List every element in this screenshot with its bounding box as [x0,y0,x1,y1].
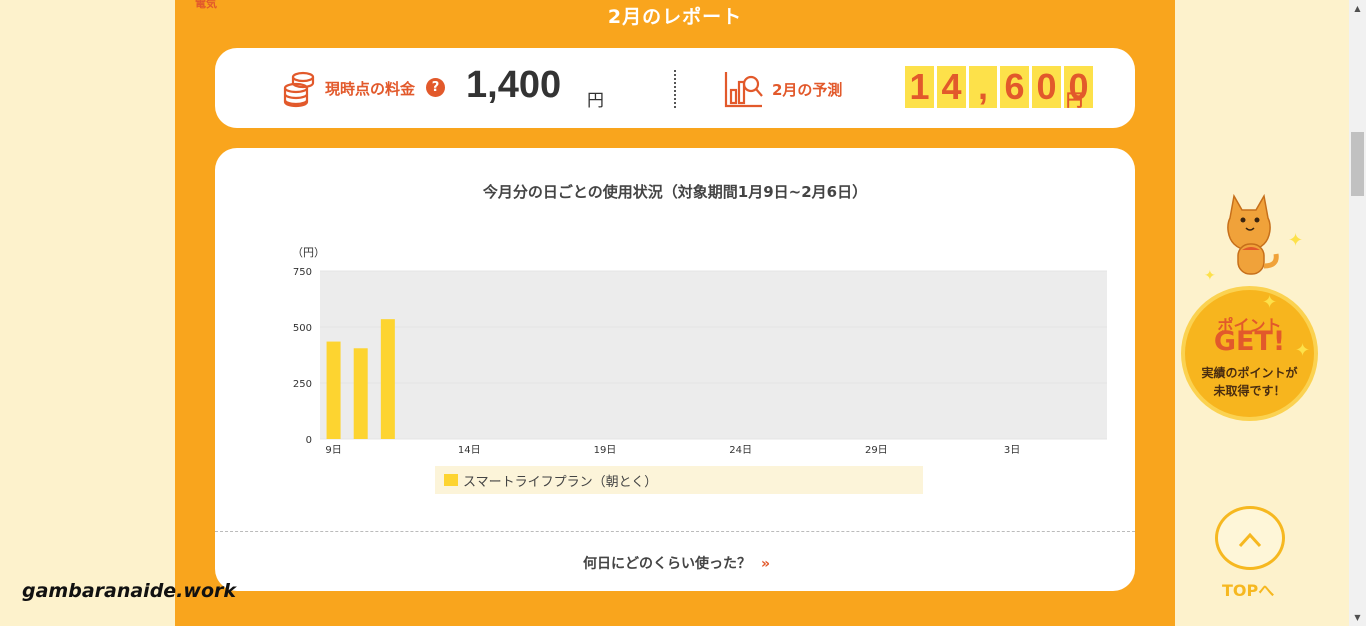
report-panel: 電気 2月のレポート 現時点の料金 ? 1,400 円 2月の予測 1 4 , … [175,0,1175,626]
y-tick-label: 500 [293,323,312,334]
back-to-top-label[interactable]: TOPへ [1222,577,1274,601]
scrollbar-thumb[interactable] [1351,132,1364,196]
point-badge-message: 実績のポイントが 未取得です！ [1185,364,1314,400]
chevron-up-icon [1238,532,1262,548]
summary-divider [674,70,676,108]
x-tick-label: 24日 [729,445,752,456]
usage-detail-label: 何日にどのくらい使った？ [582,556,751,572]
sparkle-icon: ✦ [1262,292,1278,313]
chart-legend[interactable]: スマートライフプラン（朝とく） [435,466,923,494]
coin-stack-icon [283,71,315,108]
forecast-digit: 1 [905,66,934,108]
forecast-digit: 4 [937,66,966,108]
forecast-label: 2月の予測 [772,81,843,99]
svg-text:✦: ✦ [1288,230,1303,251]
forecast-digit: 6 [1000,66,1029,108]
report-title: 2月のレポート [607,6,743,28]
forecast-yen-unit: 円 [1066,91,1083,111]
page-background-left [0,0,175,626]
card-divider [215,531,1135,532]
legend-label: スマートライフプラン（朝とく） [463,475,658,490]
cat-mascot-icon[interactable]: ✦ ✦ [1196,190,1306,290]
point-badge-message-line1: 実績のポイントが [1201,366,1298,380]
bar-10日 [353,348,368,439]
legend-swatch [444,474,458,486]
current-charge-label: 現時点の料金 [325,80,416,98]
x-tick-label: 9日 [325,445,341,456]
scroll-down-icon[interactable]: ▼ [1349,609,1366,626]
usage-bar-chart: 0 250 500 750 （円） 9日 14日 19日 24日 29日 3日 [292,246,1107,456]
x-tick-label: 19日 [594,445,617,456]
bar-9日 [326,341,341,439]
double-chevron-right-icon: » [760,556,770,572]
current-yen-unit: 円 [587,91,604,111]
point-badge-message-line2: 未取得です！ [1213,384,1286,398]
summary-card: 現時点の料金 ? 1,400 円 2月の予測 14,600 円 [215,48,1135,128]
help-icon[interactable]: ? [426,78,445,97]
bar-11日 [380,319,395,439]
forecast-digit: 0 [1032,66,1061,108]
bar-chart-search-icon [724,72,763,108]
vertical-scrollbar[interactable]: ▲ ▼ [1349,0,1366,626]
back-to-top-button[interactable] [1215,506,1285,570]
svg-text:✦: ✦ [1204,268,1216,284]
y-tick-label: 250 [293,379,312,390]
plot-area [320,271,1107,439]
watermark: gambaranaide.work [22,580,237,602]
x-tick-label: 14日 [458,445,481,456]
scroll-up-icon[interactable]: ▲ [1349,0,1366,17]
x-tick-label: 3日 [1004,445,1020,456]
current-charge-value: 1,400 [466,64,562,106]
forecast-value: 14,600 [905,66,1093,108]
x-tick-label: 29日 [865,445,888,456]
y-tick-label: 0 [306,435,312,446]
usage-detail-link[interactable]: 何日にどのくらい使った？ » [215,553,1135,573]
y-tick-label: 750 [293,267,312,278]
y-axis-label: （円） [292,246,325,259]
forecast-digit: , [969,66,997,108]
usage-chart-card: 今月分の日ごとの使用状況（対象期間1月9日~2月6日） 0 250 500 750 （円… [215,148,1135,591]
sparkle-icon: ✦ [1295,340,1311,361]
